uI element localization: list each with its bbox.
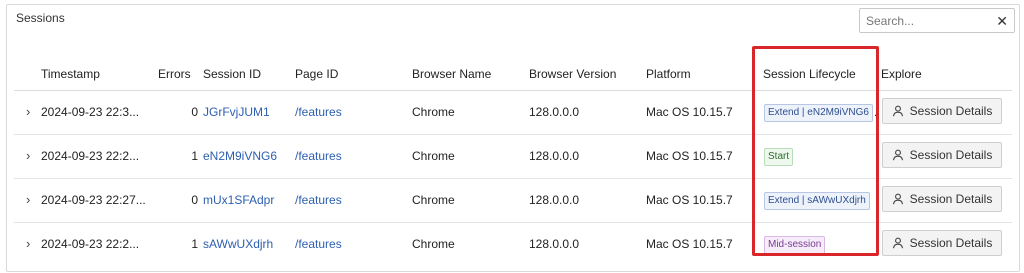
lifecycle-badge: Mid-session xyxy=(764,236,826,254)
cell-errors: 1 xyxy=(191,237,198,251)
cell-timestamp: 2024-09-23 22:2... xyxy=(41,149,140,163)
cell-browser-version: 128.0.0.0 xyxy=(529,149,580,163)
cell-platform: Mac OS 10.15.7 xyxy=(646,237,733,251)
page-id-link[interactable]: /features xyxy=(295,105,342,119)
page-id-link[interactable]: /features xyxy=(295,193,342,207)
header-session-id[interactable]: Session ID xyxy=(203,67,261,81)
table-row[interactable]: › 2024-09-23 22:2... 1 eN2M9iVNG6 /featu… xyxy=(14,135,1012,179)
page-id-link[interactable]: /features xyxy=(295,149,342,163)
sessions-panel: Sessions ✕ Timestamp Errors Session ID P… xyxy=(6,4,1020,272)
header-session-lifecycle[interactable]: Session Lifecycle xyxy=(763,67,856,81)
header-page-id[interactable]: Page ID xyxy=(295,67,338,81)
session-id-link[interactable]: mUx1SFAdpr xyxy=(203,193,274,207)
session-details-label: Session Details xyxy=(909,192,993,206)
cell-platform: Mac OS 10.15.7 xyxy=(646,149,733,163)
lifecycle-badge: Start xyxy=(764,148,794,166)
cell-platform: Mac OS 10.15.7 xyxy=(646,105,733,119)
session-details-label: Session Details xyxy=(909,104,993,118)
session-id-link[interactable]: JGrFvjJUM1 xyxy=(203,105,270,119)
search-input[interactable] xyxy=(866,13,986,29)
cell-errors: 0 xyxy=(191,193,198,207)
cell-browser-version: 128.0.0.0 xyxy=(529,193,580,207)
lifecycle-badge: Extend | eN2M9iVNG6 xyxy=(764,104,873,122)
header-browser-name[interactable]: Browser Name xyxy=(412,67,491,81)
cell-timestamp: 2024-09-23 22:3... xyxy=(41,105,140,119)
header-errors[interactable]: Errors xyxy=(158,67,191,81)
session-details-label: Session Details xyxy=(909,236,993,250)
page-id-link[interactable]: /features xyxy=(295,237,342,251)
chevron-right-icon[interactable]: › xyxy=(26,192,30,207)
table-row[interactable]: › 2024-09-23 22:3... 0 JGrFvjJUM1 /featu… xyxy=(14,91,1012,135)
header-browser-version[interactable]: Browser Version xyxy=(529,67,616,81)
cell-timestamp: 2024-09-23 22:27... xyxy=(41,193,146,207)
cell-browser-name: Chrome xyxy=(412,193,455,207)
cell-timestamp: 2024-09-23 22:2... xyxy=(41,237,140,251)
chevron-right-icon[interactable]: › xyxy=(26,236,30,251)
table-row[interactable]: › 2024-09-23 22:27... 0 mUx1SFAdpr /feat… xyxy=(14,179,1012,223)
session-details-button[interactable]: Session Details xyxy=(882,142,1002,168)
lifecycle-badge: Extend | sAWwUXdjrh xyxy=(764,192,870,210)
session-details-button[interactable]: Session Details xyxy=(882,98,1002,124)
person-icon xyxy=(892,193,903,205)
cell-browser-name: Chrome xyxy=(412,237,455,251)
header-explore: Explore xyxy=(881,67,922,81)
person-icon xyxy=(892,149,903,161)
cell-browser-version: 128.0.0.0 xyxy=(529,237,580,251)
cell-platform: Mac OS 10.15.7 xyxy=(646,193,733,207)
panel-title: Sessions xyxy=(16,11,65,25)
cell-browser-name: Chrome xyxy=(412,105,455,119)
session-id-link[interactable]: sAWwUXdjrh xyxy=(203,237,273,251)
session-id-link[interactable]: eN2M9iVNG6 xyxy=(203,149,277,163)
session-details-button[interactable]: Session Details xyxy=(882,230,1002,256)
cell-browser-name: Chrome xyxy=(412,149,455,163)
header-platform[interactable]: Platform xyxy=(646,67,691,81)
lifecycle-overflow: . xyxy=(874,105,878,119)
close-icon[interactable]: ✕ xyxy=(996,12,1008,30)
cell-errors: 1 xyxy=(191,149,198,163)
session-details-button[interactable]: Session Details xyxy=(882,186,1002,212)
person-icon xyxy=(892,105,903,117)
search-box[interactable]: ✕ xyxy=(859,8,1015,33)
table-row[interactable]: › 2024-09-23 22:2... 1 sAWwUXdjrh /featu… xyxy=(14,223,1012,267)
cell-browser-version: 128.0.0.0 xyxy=(529,105,580,119)
cell-errors: 0 xyxy=(191,105,198,119)
session-details-label: Session Details xyxy=(909,148,993,162)
chevron-right-icon[interactable]: › xyxy=(26,104,30,119)
chevron-right-icon[interactable]: › xyxy=(26,148,30,163)
header-timestamp[interactable]: Timestamp xyxy=(41,67,100,81)
person-icon xyxy=(892,237,903,249)
